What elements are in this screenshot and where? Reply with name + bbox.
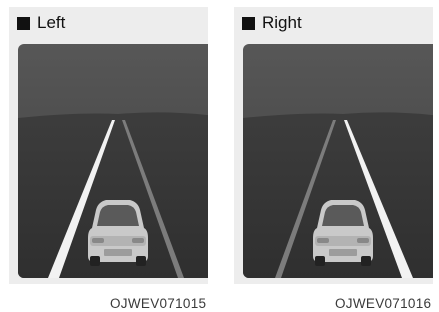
car-icon — [313, 200, 373, 266]
figure-code-left: OJWEV071015 — [110, 296, 207, 311]
road-scene-left — [18, 44, 208, 278]
right-panel: Right — [234, 7, 433, 284]
panel-title-label: Left — [37, 13, 66, 32]
panel-title-right: Right — [242, 13, 302, 33]
road-illustration — [243, 44, 433, 278]
left-panel: Left — [9, 7, 208, 284]
figure-code-right: OJWEV071016 — [335, 296, 432, 311]
car-icon — [88, 200, 148, 266]
road-illustration — [18, 44, 208, 278]
panel-title-label: Right — [262, 13, 302, 32]
panel-title-left: Left — [17, 13, 65, 33]
road-scene-right — [243, 44, 433, 278]
black-square-icon — [17, 16, 30, 30]
black-square-icon — [242, 16, 255, 30]
